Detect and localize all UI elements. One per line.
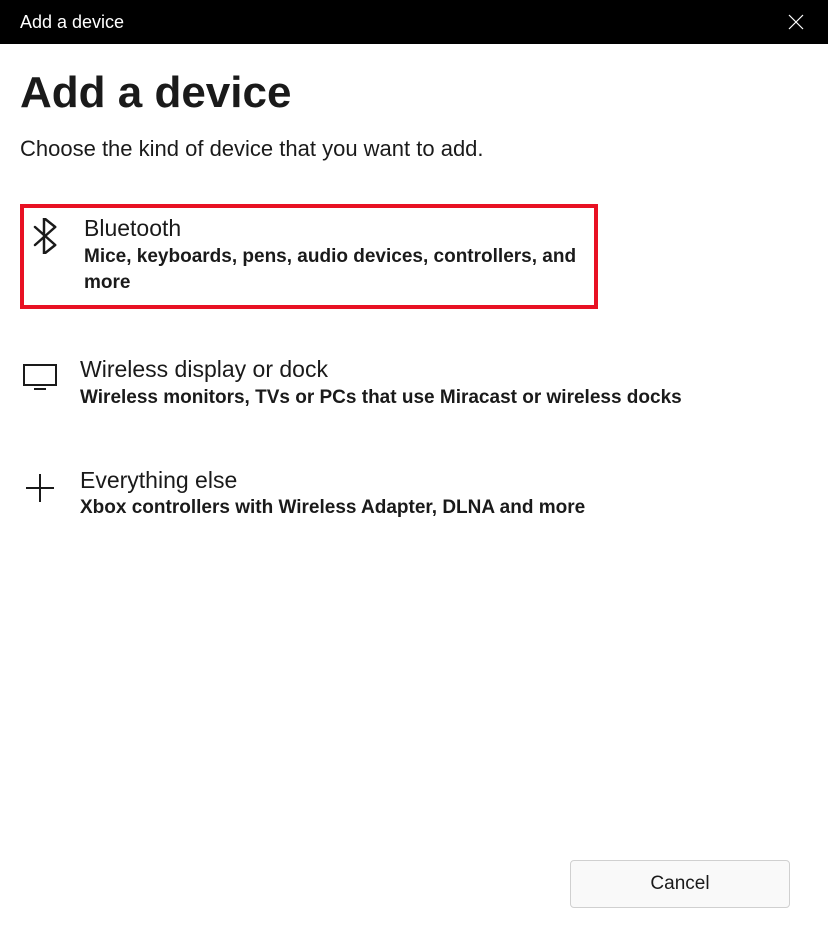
main-content: Add a device Choose the kind of device t…	[0, 44, 828, 942]
titlebar-title: Add a device	[20, 12, 124, 33]
page-title: Add a device	[20, 68, 808, 118]
monitor-icon	[22, 359, 58, 395]
option-description: Xbox controllers with Wireless Adapter, …	[80, 495, 585, 522]
option-description: Mice, keyboards, pens, audio devices, co…	[84, 244, 586, 297]
option-bluetooth[interactable]: Bluetooth Mice, keyboards, pens, audio d…	[20, 204, 598, 309]
option-text: Everything else Xbox controllers with Wi…	[80, 466, 585, 522]
option-text: Bluetooth Mice, keyboards, pens, audio d…	[84, 214, 586, 297]
option-title: Wireless display or dock	[80, 355, 682, 385]
option-description: Wireless monitors, TVs or PCs that use M…	[80, 385, 682, 412]
cancel-button[interactable]: Cancel	[570, 860, 790, 908]
option-text: Wireless display or dock Wireless monito…	[80, 355, 682, 411]
option-everything-else[interactable]: Everything else Xbox controllers with Wi…	[20, 460, 808, 530]
options-list: Bluetooth Mice, keyboards, pens, audio d…	[20, 204, 808, 530]
close-button[interactable]	[784, 10, 808, 34]
bluetooth-icon	[26, 218, 62, 254]
footer: Cancel	[20, 860, 808, 922]
plus-icon	[22, 470, 58, 506]
page-subtitle: Choose the kind of device that you want …	[20, 136, 808, 162]
option-wireless-display[interactable]: Wireless display or dock Wireless monito…	[20, 349, 808, 419]
close-icon	[788, 14, 804, 30]
option-title: Bluetooth	[84, 214, 586, 244]
titlebar: Add a device	[0, 0, 828, 44]
option-title: Everything else	[80, 466, 585, 496]
